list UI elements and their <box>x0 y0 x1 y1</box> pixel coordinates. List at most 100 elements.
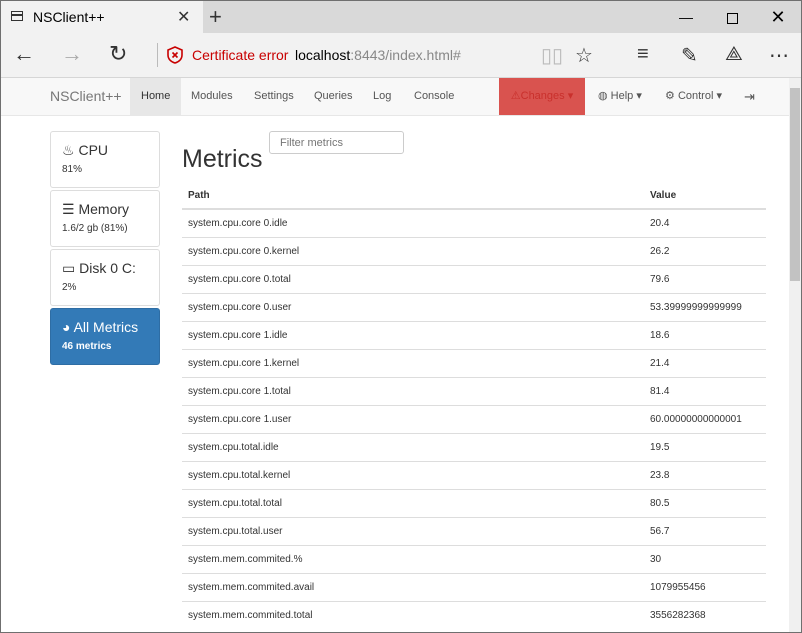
card-disk[interactable]: ▭ Disk 0 C: 2% <box>50 249 160 306</box>
table-row: system.cpu.total.total 80.5 <box>182 489 766 518</box>
metric-value: 3556282368 <box>644 601 766 629</box>
table-row: system.cpu.core 0.user 53.39999999999999 <box>182 293 766 322</box>
nav-changes[interactable]: ⚠Changes ▾ <box>499 78 585 115</box>
certificate-error-label[interactable]: Certificate error <box>192 47 288 63</box>
column-path[interactable]: Path <box>182 182 644 210</box>
metrics-table: Path Value system.cpu.core 0.idle 20.4 sys… <box>182 182 766 629</box>
table-row: system.cpu.core 1.kernel 21.4 <box>182 349 766 378</box>
metric-path: system.cpu.core 1.total <box>182 377 644 406</box>
nav-settings[interactable]: Settings <box>243 78 305 115</box>
metric-path: system.cpu.core 1.user <box>182 405 644 434</box>
card-memory-label: Memory <box>78 201 130 217</box>
nav-help[interactable]: ◍ Help ▾ <box>587 78 653 115</box>
metric-value: 79.6 <box>644 265 766 294</box>
metric-path: system.cpu.core 1.kernel <box>182 349 644 378</box>
gear-icon: ⚙ <box>665 90 675 102</box>
divider <box>157 43 158 67</box>
card-all-metrics-count: 46 metrics <box>62 341 112 352</box>
card-cpu[interactable]: ♨ CPU 81% <box>50 131 160 188</box>
table-header-row: Path Value <box>182 182 766 210</box>
hub-icon[interactable]: ≡ <box>637 43 649 66</box>
tab-strip: NSClient++ ✕ + — ✕ <box>1 1 801 33</box>
scrollbar-thumb[interactable] <box>790 88 800 281</box>
metric-path: system.cpu.core 1.idle <box>182 321 644 350</box>
metric-value: 30 <box>644 545 766 574</box>
table-row: system.cpu.total.user 56.7 <box>182 517 766 546</box>
nav-console[interactable]: Console <box>403 78 465 115</box>
reading-view-icon[interactable]: ▯▯ <box>541 43 563 68</box>
metric-value: 19.5 <box>644 433 766 462</box>
metric-path: system.cpu.core 0.idle <box>182 208 644 238</box>
web-note-icon[interactable]: ✎ <box>681 43 698 68</box>
table-row: system.mem.commited.% 30 <box>182 545 766 574</box>
nav-changes-label: Changes <box>520 90 565 102</box>
metric-path: system.cpu.core 0.user <box>182 293 644 322</box>
url-field[interactable]: localhost:8443/index.html# <box>295 47 461 63</box>
browser-window: NSClient++ ✕ + — ✕ ← → ↻ Certificate err… <box>0 0 802 633</box>
nav-log[interactable]: Log <box>362 78 402 115</box>
card-all-metrics-title: ◕ All Metrics <box>62 319 138 335</box>
table-row: system.cpu.core 0.total 79.6 <box>182 265 766 294</box>
page-title: Metrics <box>182 145 263 173</box>
table-row: system.cpu.core 1.user 60.00000000000001 <box>182 405 766 434</box>
metric-value: 18.6 <box>644 321 766 350</box>
nav-modules[interactable]: Modules <box>180 78 244 115</box>
nav-control[interactable]: ⚙ Control ▾ <box>654 78 733 115</box>
metric-path: system.cpu.total.total <box>182 489 644 518</box>
browser-tab[interactable]: NSClient++ ✕ <box>1 1 203 33</box>
table-row: system.mem.commited.total 3556282368 <box>182 601 766 629</box>
card-cpu-label: CPU <box>78 142 109 158</box>
metric-value: 21.4 <box>644 349 766 378</box>
table-row: system.cpu.total.idle 19.5 <box>182 433 766 462</box>
metric-path: system.cpu.total.idle <box>182 433 644 462</box>
card-cpu-title: ♨ CPU <box>62 142 108 159</box>
back-icon[interactable]: ← <box>13 41 35 67</box>
page-icon <box>11 11 23 21</box>
minimize-button[interactable]: — <box>663 1 709 33</box>
logout-icon[interactable]: ⇥ <box>733 78 766 115</box>
warning-icon: ⚠ <box>510 90 521 102</box>
forward-icon[interactable]: → <box>61 41 83 67</box>
metric-path: system.mem.commited.total <box>182 601 644 629</box>
card-all-metrics[interactable]: ◕ All Metrics 46 metrics <box>50 308 160 365</box>
table-row: system.cpu.core 0.idle 20.4 <box>182 208 766 238</box>
url-host: localhost <box>295 47 351 63</box>
refresh-icon[interactable]: ↻ <box>109 41 127 67</box>
metric-path: system.mem.commited.avail <box>182 573 644 602</box>
brand[interactable]: NSClient++ <box>50 88 122 104</box>
metric-path: system.cpu.core 0.kernel <box>182 237 644 266</box>
card-all-metrics-label: All Metrics <box>73 319 139 335</box>
nav-home[interactable]: Home <box>130 78 182 115</box>
metric-value: 23.8 <box>644 461 766 490</box>
share-icon[interactable]: ⟁ <box>725 43 743 66</box>
address-bar: ← → ↻ Certificate error localhost:8443/i… <box>1 33 801 78</box>
metric-value: 81.4 <box>644 377 766 406</box>
table-row: system.cpu.core 1.idle 18.6 <box>182 321 766 350</box>
maximize-button[interactable] <box>709 1 755 33</box>
column-value[interactable]: Value <box>644 182 766 210</box>
scrollbar[interactable] <box>789 78 801 632</box>
card-memory-value: 1.6/2 gb (81%) <box>62 223 128 234</box>
nav-queries[interactable]: Queries <box>303 78 364 115</box>
metric-path: system.mem.commited.% <box>182 545 644 574</box>
new-tab-icon[interactable]: + <box>209 4 222 30</box>
favorite-star-icon[interactable]: ☆ <box>575 43 593 68</box>
nav-control-label: Control <box>677 90 714 102</box>
metric-path: system.cpu.total.user <box>182 517 644 546</box>
server-icon: ☰ <box>62 201 75 217</box>
card-memory[interactable]: ☰ Memory 1.6/2 gb (81%) <box>50 190 160 247</box>
metric-value: 53.39999999999999 <box>644 293 766 322</box>
close-window-button[interactable]: ✕ <box>755 1 801 33</box>
card-disk-value: 2% <box>62 282 77 293</box>
metric-value: 20.4 <box>644 208 766 238</box>
metric-value: 56.7 <box>644 517 766 546</box>
metric-value: 80.5 <box>644 489 766 518</box>
table-row: system.mem.commited.avail 1079955456 <box>182 573 766 602</box>
shield-warning-icon[interactable] <box>167 46 183 64</box>
close-tab-icon[interactable]: ✕ <box>177 7 190 27</box>
card-memory-title: ☰ Memory <box>62 201 129 218</box>
filter-metrics-input[interactable] <box>269 131 404 154</box>
more-icon[interactable]: ⋯ <box>769 43 789 68</box>
fire-icon: ♨ <box>62 142 75 158</box>
card-disk-title: ▭ Disk 0 C: <box>62 260 136 277</box>
